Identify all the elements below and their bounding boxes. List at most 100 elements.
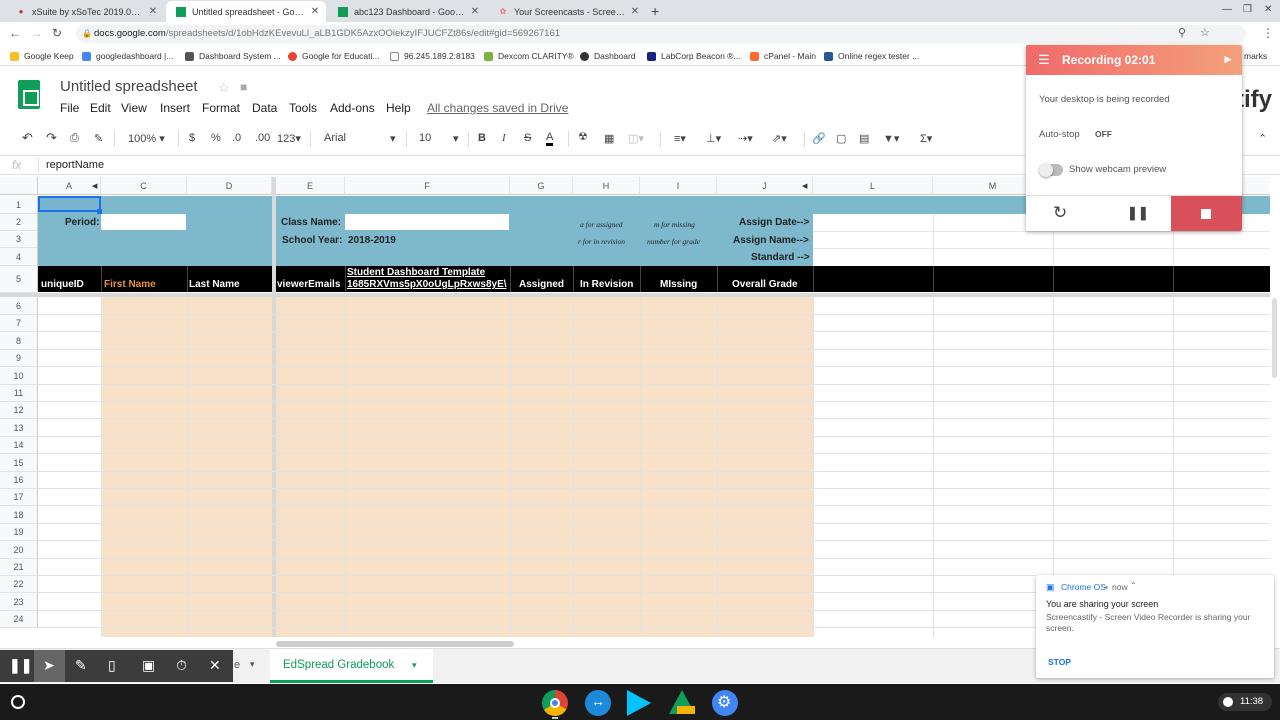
column-header-d[interactable]: D xyxy=(187,177,272,195)
pause-icon[interactable]: ❚❚ xyxy=(1127,205,1149,221)
timer-icon[interactable]: ⏱ xyxy=(176,657,187,674)
save-status[interactable]: All changes saved in Drive xyxy=(427,101,568,115)
select-all-corner[interactable] xyxy=(0,177,38,195)
strikethrough-icon[interactable]: S xyxy=(524,132,531,144)
star-icon[interactable]: ☆ xyxy=(218,80,230,96)
tab-screencastify[interactable]: ✿ Your Screencasts - Screencastify ✕ xyxy=(488,1,646,22)
close-tab-icon[interactable]: ✕ xyxy=(470,6,480,17)
text-wrap-icon[interactable]: ⇢▾ xyxy=(738,132,753,145)
bookmark-item[interactable]: Google for Educati... xyxy=(288,51,380,61)
column-header-l[interactable]: L xyxy=(813,177,933,195)
menu-file[interactable]: File xyxy=(60,101,79,115)
font-select[interactable]: Arial ▾ xyxy=(324,132,398,145)
webcam-toggle[interactable] xyxy=(1039,163,1063,177)
row-header-8[interactable]: 8 xyxy=(0,332,38,350)
stop-sharing-button[interactable]: STOP xyxy=(1048,657,1071,667)
back-icon[interactable]: ← xyxy=(9,26,21,40)
zoom-select[interactable]: 100% ▾ xyxy=(128,132,165,145)
row-header-5[interactable]: 5 xyxy=(0,266,38,293)
new-tab-icon[interactable]: + xyxy=(651,3,659,19)
zoom-icon[interactable]: ⚲ xyxy=(1178,26,1186,39)
paint-format-icon[interactable]: ✎ xyxy=(94,132,103,145)
row-header-12[interactable]: 12 xyxy=(0,402,38,419)
column-header-h[interactable]: H xyxy=(573,177,640,195)
borders-icon[interactable]: ▦ xyxy=(604,132,614,145)
bookmark-item[interactable]: Dashboard xyxy=(580,51,636,61)
chevron-down-icon[interactable]: ▾ xyxy=(250,659,255,670)
insert-chart-icon[interactable]: ▤ xyxy=(859,132,869,145)
menu-data[interactable]: Data xyxy=(252,101,277,115)
close-tab-icon[interactable]: ✕ xyxy=(310,6,320,17)
eraser-icon[interactable]: ▯ xyxy=(108,657,116,674)
tab-abc123-dashboard[interactable]: abc123 Dashboard - Google Sh ✕ xyxy=(328,1,486,22)
launcher-icon[interactable] xyxy=(11,695,25,709)
pen-icon[interactable]: ✎ xyxy=(75,657,87,674)
vertical-scrollbar[interactable] xyxy=(1272,298,1277,378)
bookmark-item[interactable]: 96.245.189.2:8183 xyxy=(390,51,475,61)
italic-icon[interactable]: I xyxy=(502,132,506,144)
row-header-22[interactable]: 22 xyxy=(0,576,38,593)
insert-link-icon[interactable]: 🔗 xyxy=(812,132,826,145)
document-title[interactable]: Untitled spreadsheet xyxy=(60,78,198,95)
settings-app-icon[interactable]: ⚙ xyxy=(712,690,738,716)
browser-menu-icon[interactable]: ⋮ xyxy=(1262,26,1274,40)
class-name-input-cell[interactable] xyxy=(345,214,509,230)
autostop-value[interactable]: OFF xyxy=(1095,129,1112,139)
row-header-16[interactable]: 16 xyxy=(0,472,38,489)
row-header-24[interactable]: 24 xyxy=(0,611,38,628)
row-header-13[interactable]: 13 xyxy=(0,419,38,437)
sheet-tab-active[interactable]: EdSpread Gradebook ▾ xyxy=(270,649,433,683)
menu-tools[interactable]: Tools xyxy=(289,101,317,115)
menu-help[interactable]: Help xyxy=(386,101,411,115)
row-header-23[interactable]: 23 xyxy=(0,593,38,611)
filter-icon[interactable]: ▼▾ xyxy=(883,132,899,145)
row-header-9[interactable]: 9 xyxy=(0,350,38,367)
chevron-down-icon[interactable]: ▾ xyxy=(412,660,417,671)
menu-format[interactable]: Format xyxy=(202,101,240,115)
column-header-j[interactable]: J xyxy=(717,177,813,195)
url-field[interactable]: 🔒 docs.google.com/spreadsheets/d/1obHdzK… xyxy=(76,25,1246,43)
menu-edit[interactable]: Edit xyxy=(90,101,111,115)
row-header-19[interactable]: 19 xyxy=(0,524,38,541)
currency-button[interactable]: $ xyxy=(189,132,195,144)
header-template-link[interactable]: Student Dashboard Template xyxy=(347,267,485,278)
selected-cell-a1[interactable] xyxy=(38,196,101,212)
restore-icon[interactable]: ❐ xyxy=(1243,4,1252,15)
row-header-7[interactable]: 7 xyxy=(0,315,38,332)
row-header-6[interactable]: 6 xyxy=(0,297,38,315)
camera-icon[interactable]: ▣ xyxy=(142,657,155,674)
more-formats-select[interactable]: 123▾ xyxy=(277,132,301,145)
increase-decimal-button[interactable]: .00 xyxy=(255,132,270,144)
bookmark-star-icon[interactable]: ☆ xyxy=(1200,26,1210,39)
close-tab-icon[interactable]: ✕ xyxy=(148,6,158,17)
insert-comment-icon[interactable]: ▢ xyxy=(836,132,846,145)
bookmark-item[interactable]: Google Keep xyxy=(10,51,74,61)
window-close-icon[interactable]: ✕ xyxy=(1264,4,1272,15)
row-header-2[interactable]: 2 xyxy=(0,214,38,231)
horizontal-align-icon[interactable]: ≡▾ xyxy=(674,132,686,145)
bold-icon[interactable]: B xyxy=(478,132,486,144)
bookmark-item[interactable]: googledashboard |... xyxy=(82,51,173,61)
row-header-11[interactable]: 11 xyxy=(0,385,38,402)
row-header-15[interactable]: 15 xyxy=(0,454,38,472)
row-header-1[interactable]: 1 xyxy=(0,196,38,214)
folder-icon[interactable]: ■ xyxy=(240,80,247,94)
tab-untitled-spreadsheet[interactable]: Untitled spreadsheet - Google Sh ✕ xyxy=(166,1,326,22)
forward-icon[interactable]: → xyxy=(31,26,43,40)
font-size-select[interactable]: 10 ▾ xyxy=(419,132,461,145)
percent-button[interactable]: % xyxy=(211,132,221,144)
row-header-3[interactable]: 3 xyxy=(0,231,38,248)
bookmark-item[interactable]: Dexcom CLARITY® xyxy=(484,51,574,61)
collapse-menu-icon[interactable]: ⌃ xyxy=(1258,132,1267,145)
row-header-14[interactable]: 14 xyxy=(0,437,38,454)
text-color-icon[interactable]: A xyxy=(546,132,554,146)
functions-icon[interactable]: Σ▾ xyxy=(920,132,932,145)
restart-icon[interactable]: ↻ xyxy=(1053,203,1067,223)
header-template-id[interactable]: 1685RXVms5pX0oUgLpRxws8yE\ xyxy=(347,279,509,290)
bookmark-item[interactable]: Online regex tester ... xyxy=(824,51,919,61)
column-header-g[interactable]: G xyxy=(510,177,573,195)
undo-icon[interactable]: ↶ xyxy=(22,130,33,146)
hidden-column-arrow-left-icon[interactable]: ◀ xyxy=(802,182,807,190)
redo-icon[interactable]: ↷ xyxy=(46,130,57,146)
menu-insert[interactable]: Insert xyxy=(160,101,190,115)
